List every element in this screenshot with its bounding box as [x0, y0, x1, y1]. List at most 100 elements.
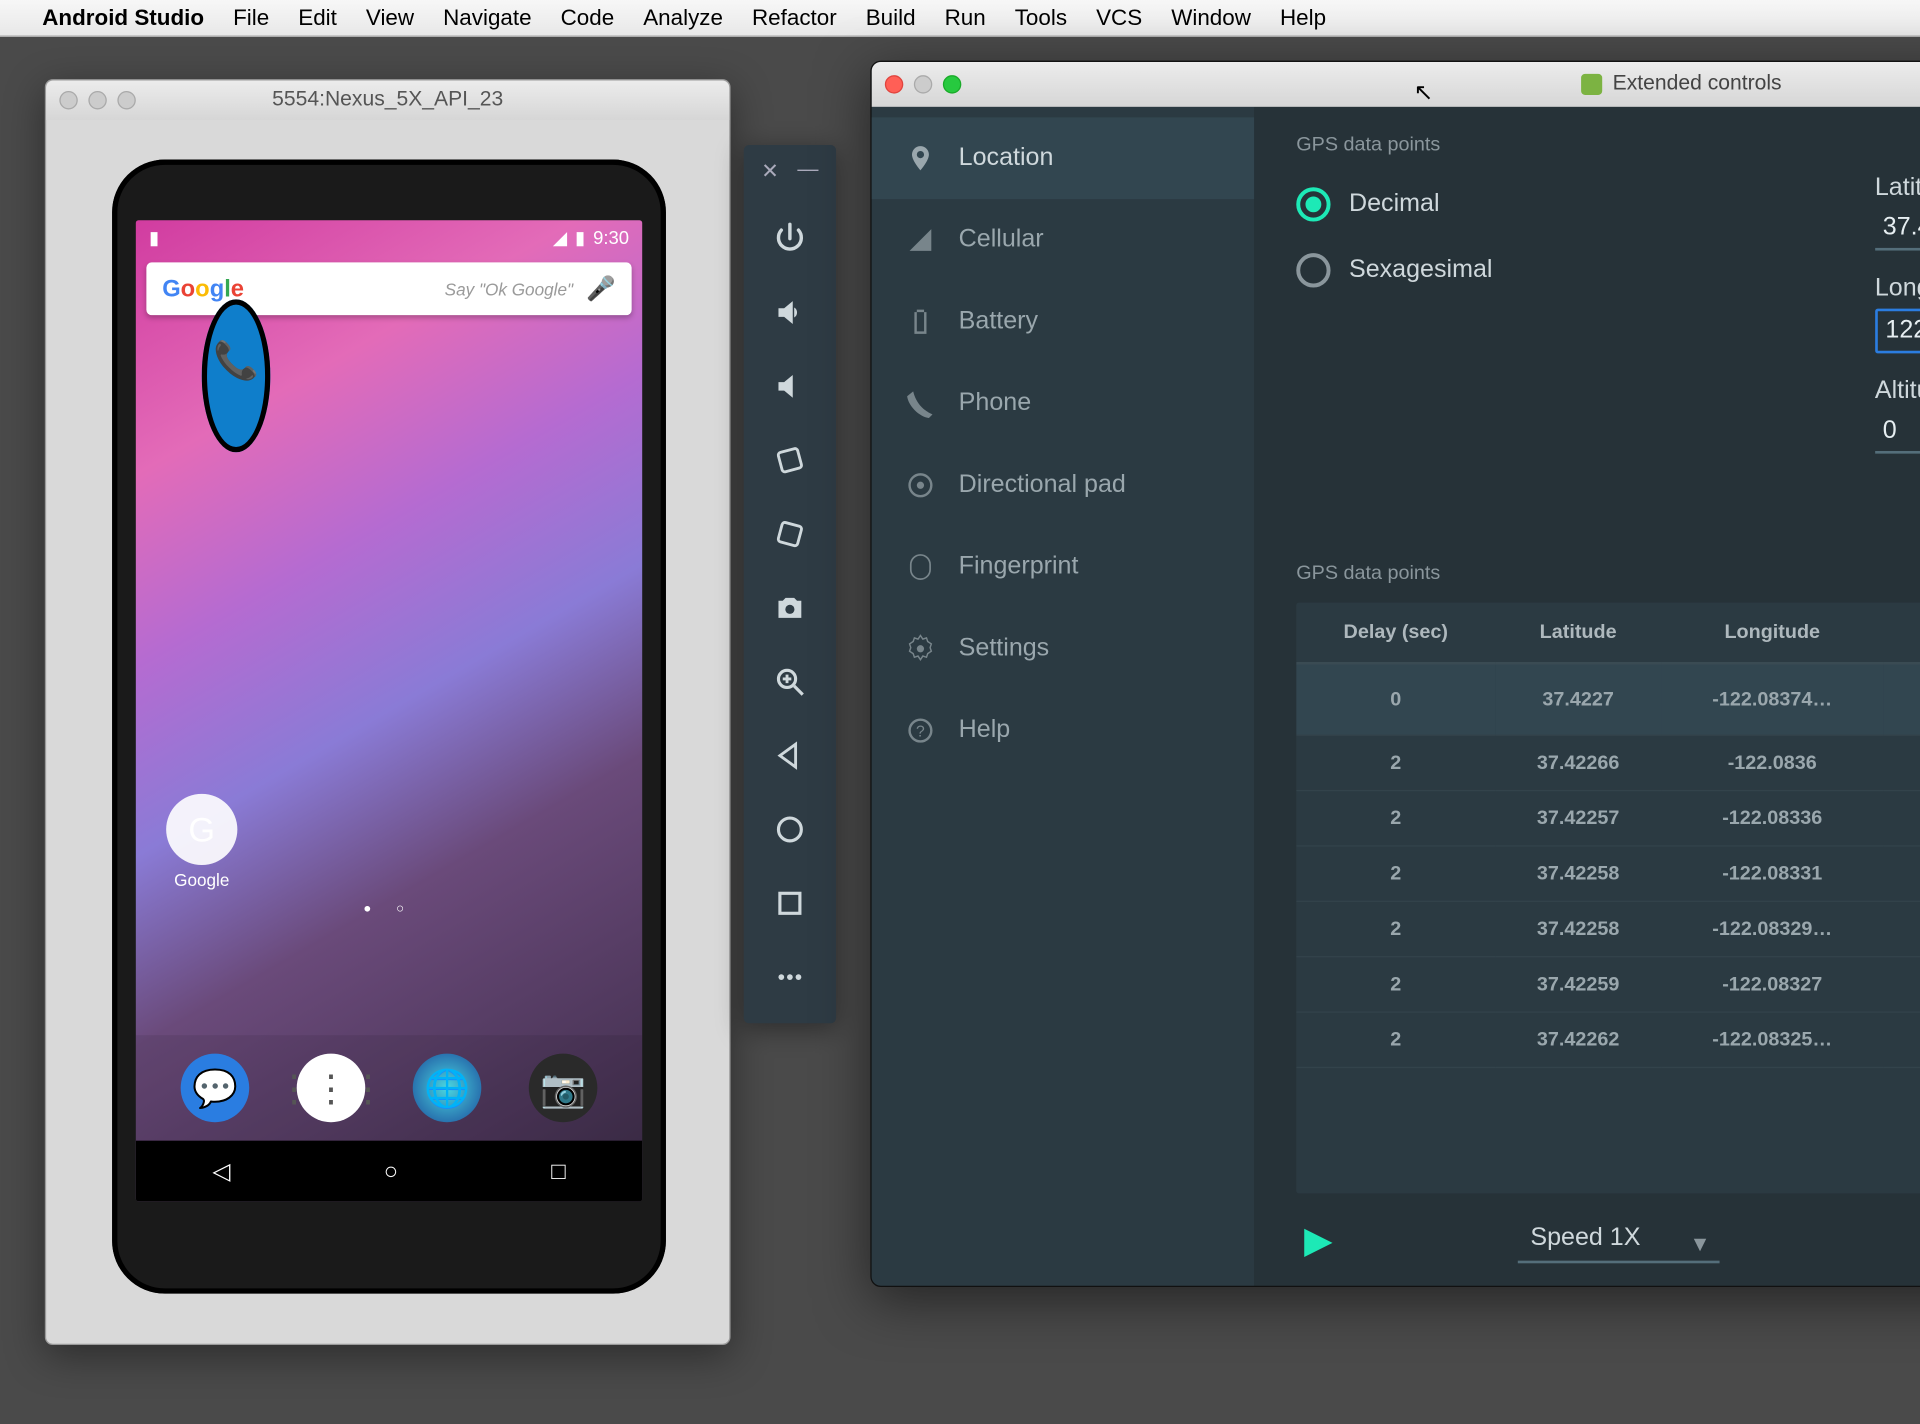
- extended-controls-window: Extended controls Location Cellular Batt…: [870, 61, 1920, 1287]
- cell-lat: 37.42257: [1495, 790, 1661, 845]
- nav-dpad[interactable]: Directional pad: [872, 444, 1254, 526]
- more-icon[interactable]: [764, 944, 817, 1010]
- nav-phone[interactable]: Phone: [872, 363, 1254, 445]
- app-drawer-icon[interactable]: ⋮⋮⋮: [297, 1054, 366, 1123]
- emulator-titlebar[interactable]: 5554:Nexus_5X_API_23: [46, 80, 729, 120]
- menu-tools[interactable]: Tools: [1015, 5, 1067, 31]
- cell-lon: -122.08374…: [1661, 663, 1884, 735]
- zoom-icon[interactable]: [764, 649, 817, 715]
- menu-file[interactable]: File: [233, 5, 269, 31]
- menu-view[interactable]: View: [366, 5, 414, 31]
- power-icon[interactable]: [764, 206, 817, 272]
- android-status-bar: ▮ ◢ ▮ 9:30: [136, 220, 642, 254]
- emu-zoom-icon[interactable]: [117, 91, 135, 109]
- menu-navigate[interactable]: Navigate: [443, 5, 531, 31]
- nav-fingerprint[interactable]: Fingerprint: [872, 526, 1254, 608]
- col-elevation[interactable]: Elevation: [1884, 603, 1920, 664]
- app-name[interactable]: Android Studio: [42, 5, 204, 31]
- macos-menubar: Android Studio File Edit View Navigate C…: [0, 0, 1920, 37]
- rotate-right-icon[interactable]: [764, 501, 817, 567]
- menu-help[interactable]: Help: [1280, 5, 1326, 31]
- cell-delay: 2: [1296, 956, 1495, 1011]
- longitude-input[interactable]: 122.0880: [1875, 309, 1920, 354]
- col-longitude[interactable]: Longitude: [1661, 603, 1884, 664]
- cell-delay: 2: [1296, 1012, 1495, 1067]
- rotate-left-icon[interactable]: [764, 427, 817, 493]
- col-latitude[interactable]: Latitude: [1495, 603, 1661, 664]
- speed-select[interactable]: Speed 1X▾: [1517, 1216, 1719, 1263]
- volume-down-icon[interactable]: [764, 353, 817, 419]
- menu-vcs[interactable]: VCS: [1096, 5, 1142, 31]
- cell-elev: 0.0: [1884, 846, 1920, 901]
- gps-section-title: GPS data points: [1296, 133, 1920, 155]
- cell-elev: 0.0: [1884, 1012, 1920, 1067]
- nav-fingerprint-label: Fingerprint: [959, 553, 1079, 582]
- messages-app-icon[interactable]: 💬: [181, 1054, 250, 1123]
- cell-lat: 37.42259: [1495, 956, 1661, 1011]
- table-row[interactable]: 237.42259-122.083270.0: [1296, 956, 1920, 1011]
- nav-settings[interactable]: Settings: [872, 608, 1254, 690]
- camera-app-icon[interactable]: 📷: [529, 1054, 598, 1123]
- altitude-input[interactable]: 0: [1875, 411, 1920, 453]
- menu-code[interactable]: Code: [561, 5, 615, 31]
- google-logo: Google: [162, 275, 244, 303]
- latitude-field: Latitude 37.4184: [1875, 174, 1920, 250]
- ext-minimize-icon[interactable]: [914, 75, 932, 93]
- toolbar-minimize-icon[interactable]: —: [797, 158, 818, 184]
- google-folder[interactable]: G Google: [160, 794, 244, 890]
- nav-help[interactable]: ?Help: [872, 690, 1254, 772]
- mic-icon[interactable]: 🎤: [586, 275, 616, 303]
- nav-cellular[interactable]: Cellular: [872, 199, 1254, 281]
- table-row[interactable]: 237.42258-122.08329…0.0: [1296, 901, 1920, 956]
- col-delay[interactable]: Delay (sec): [1296, 603, 1495, 664]
- cell-elev: 0.0: [1884, 790, 1920, 845]
- phone-screen[interactable]: ▮ ◢ ▮ 9:30 Google Say "Ok Google" 🎤 G Go…: [136, 220, 642, 1201]
- radio-off-icon: [1296, 253, 1330, 287]
- page-indicator: ● ○: [136, 902, 642, 917]
- altitude-field: Altitude (meters) 0: [1875, 377, 1920, 453]
- radio-sexagesimal[interactable]: Sexagesimal: [1296, 253, 1492, 287]
- latitude-input[interactable]: 37.4184: [1875, 208, 1920, 250]
- overview-icon[interactable]: [764, 870, 817, 936]
- nav-battery[interactable]: Battery: [872, 281, 1254, 363]
- emulator-window: 5554:Nexus_5X_API_23 ▮ ◢ ▮ 9:30 Google S…: [45, 79, 731, 1345]
- gps-table[interactable]: Delay (sec) Latitude Longitude Elevation…: [1296, 603, 1920, 1194]
- ext-zoom-icon[interactable]: [943, 75, 961, 93]
- sdcard-icon: ▮: [149, 226, 159, 248]
- phone-app-icon[interactable]: 📞: [202, 299, 271, 452]
- menu-edit[interactable]: Edit: [298, 5, 337, 31]
- browser-app-icon[interactable]: 🌐: [413, 1054, 482, 1123]
- emu-minimize-icon[interactable]: [88, 91, 106, 109]
- table-row[interactable]: 037.4227-122.08374…0.0Directions from Go…: [1296, 663, 1920, 735]
- table-row[interactable]: 237.42257-122.083360.0: [1296, 790, 1920, 845]
- menu-analyze[interactable]: Analyze: [643, 5, 723, 31]
- volume-up-icon[interactable]: [764, 280, 817, 346]
- nav-back-icon[interactable]: ◁: [212, 1157, 230, 1185]
- emu-close-icon[interactable]: [59, 91, 77, 109]
- extended-titlebar[interactable]: Extended controls: [872, 62, 1920, 107]
- menu-build[interactable]: Build: [866, 5, 916, 31]
- google-folder-icon: G: [166, 794, 237, 865]
- signal-icon: ◢: [553, 226, 567, 248]
- menu-refactor[interactable]: Refactor: [752, 5, 837, 31]
- camera-icon[interactable]: [764, 575, 817, 641]
- play-icon[interactable]: ▶: [1304, 1218, 1332, 1262]
- emulator-side-toolbar: ✕ —: [744, 145, 836, 1023]
- ext-close-icon[interactable]: [885, 75, 903, 93]
- table-row[interactable]: 237.42266-122.08360.0: [1296, 735, 1920, 790]
- cell-elev: 0.0: [1884, 956, 1920, 1011]
- nav-overview-icon[interactable]: □: [551, 1157, 565, 1185]
- toolbar-close-icon[interactable]: ✕: [761, 158, 779, 184]
- radio-decimal[interactable]: Decimal: [1296, 187, 1492, 221]
- cell-lat: 37.4227: [1495, 663, 1661, 735]
- cell-lat: 37.42266: [1495, 735, 1661, 790]
- cell-delay: 2: [1296, 735, 1495, 790]
- nav-home-icon[interactable]: ○: [384, 1157, 398, 1185]
- nav-location[interactable]: Location: [872, 117, 1254, 199]
- table-row[interactable]: 237.42262-122.08325…0.0: [1296, 1012, 1920, 1067]
- menu-window[interactable]: Window: [1171, 5, 1251, 31]
- home-icon[interactable]: [764, 796, 817, 862]
- back-icon[interactable]: [764, 723, 817, 789]
- table-row[interactable]: 237.42258-122.083310.0: [1296, 846, 1920, 901]
- menu-run[interactable]: Run: [945, 5, 986, 31]
